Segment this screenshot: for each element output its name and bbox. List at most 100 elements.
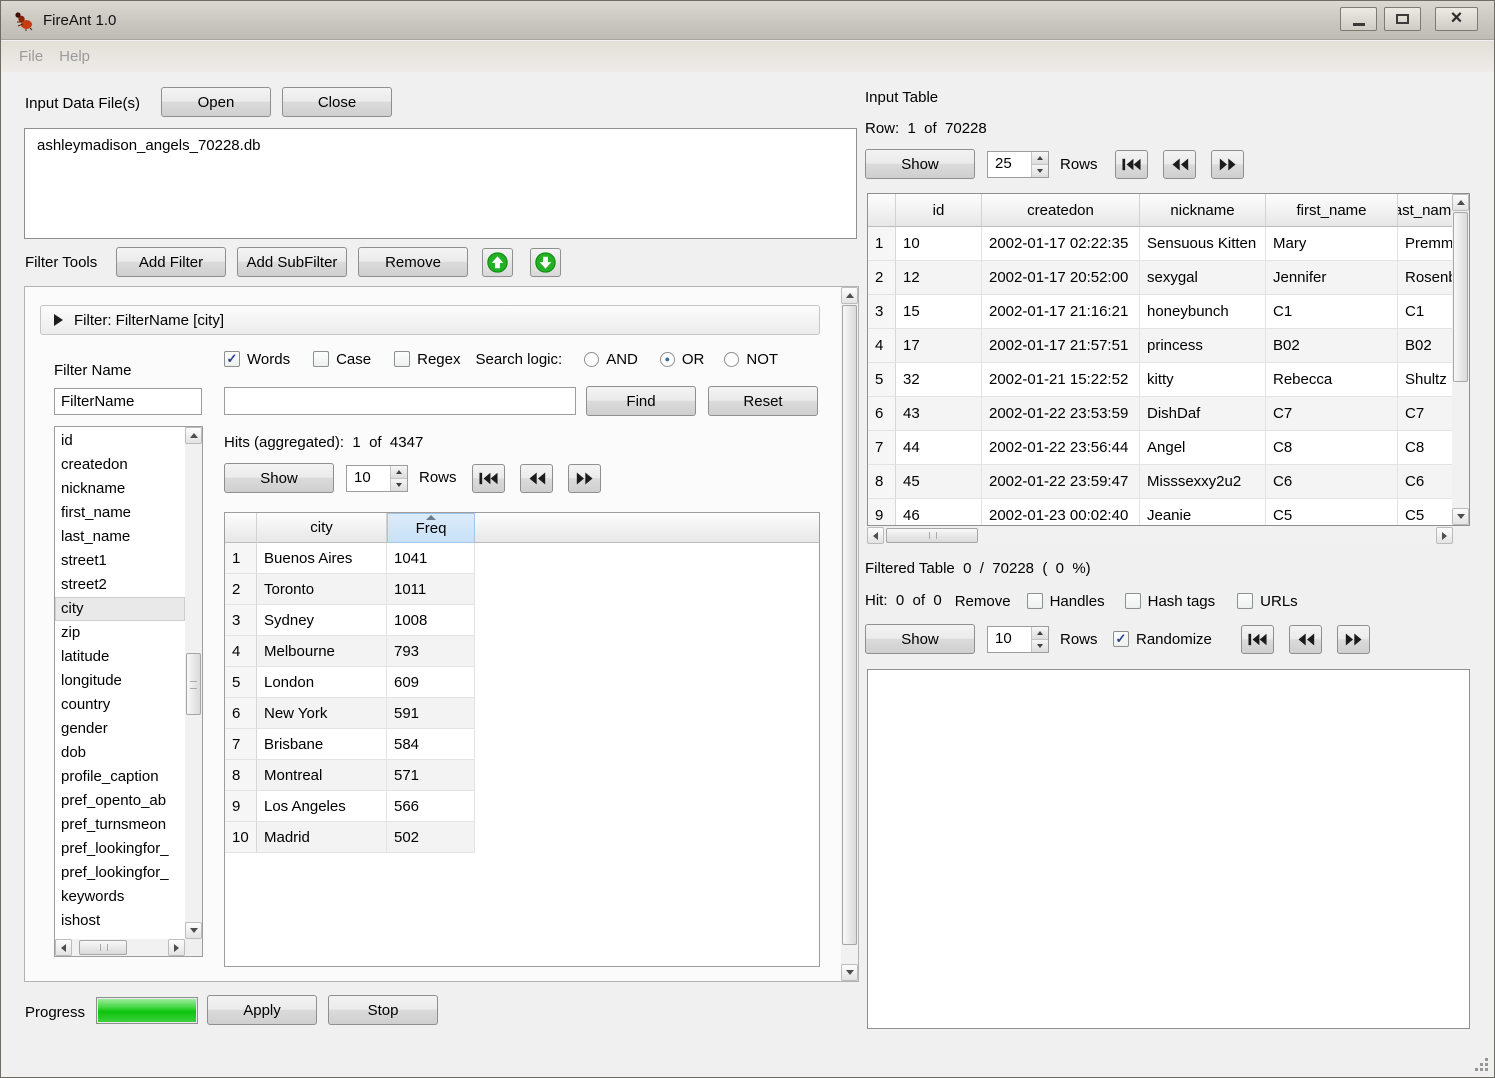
- remove-filter-button[interactable]: Remove: [358, 247, 468, 277]
- prev-page-button[interactable]: [520, 464, 553, 493]
- field-item-country[interactable]: country: [55, 693, 185, 717]
- freq-cell[interactable]: 591: [387, 698, 475, 729]
- cell[interactable]: C1: [1398, 295, 1452, 329]
- next-page-button[interactable]: [1211, 150, 1244, 179]
- move-down-button[interactable]: [530, 248, 561, 277]
- stop-button[interactable]: Stop: [328, 995, 438, 1025]
- cell[interactable]: Angel: [1140, 431, 1266, 465]
- field-item-last_name[interactable]: last_name: [55, 525, 185, 549]
- field-item-longitude[interactable]: longitude: [55, 669, 185, 693]
- scrollbar-thumb[interactable]: [79, 940, 127, 955]
- freq-table-row[interactable]: 10Madrid502: [225, 822, 819, 853]
- freq-table-row[interactable]: 1Buenos Aires1041: [225, 543, 819, 574]
- first-page-button[interactable]: [1115, 150, 1148, 179]
- cell[interactable]: 3: [868, 295, 896, 329]
- close-file-button[interactable]: Close: [282, 87, 392, 117]
- menu-file[interactable]: File: [19, 48, 43, 65]
- field-list-hscrollbar[interactable]: [55, 939, 185, 956]
- input-table-row[interactable]: 9462002-01-23 00:02:40JeanieC5C5: [868, 499, 1452, 525]
- input-table-hscrollbar[interactable]: [867, 527, 1453, 544]
- row-number-cell[interactable]: 9: [225, 791, 257, 822]
- city-cell[interactable]: Los Angeles: [257, 791, 387, 822]
- cell[interactable]: Rosenbe: [1398, 261, 1452, 295]
- open-button[interactable]: Open: [161, 87, 271, 117]
- titlebar[interactable]: FireAnt 1.0 ×: [1, 1, 1494, 40]
- show-input-button[interactable]: Show: [865, 149, 975, 179]
- field-item-nickname[interactable]: nickname: [55, 477, 185, 501]
- freq-table-row[interactable]: 5London609: [225, 667, 819, 698]
- cell[interactable]: 45: [896, 465, 982, 499]
- add-subfilter-button[interactable]: Add SubFilter: [237, 247, 347, 277]
- city-cell[interactable]: Melbourne: [257, 636, 387, 667]
- createdon-column-header[interactable]: createdon: [982, 194, 1140, 227]
- field-item-id[interactable]: id: [55, 429, 185, 453]
- cell[interactable]: 12: [896, 261, 982, 295]
- field-item-pref_turnsmeon[interactable]: pref_turnsmeon: [55, 813, 185, 837]
- city-column-header[interactable]: city: [257, 513, 387, 543]
- input-rows-spinner[interactable]: 25: [987, 151, 1049, 178]
- scroll-up-button[interactable]: [185, 427, 202, 444]
- scroll-down-button[interactable]: [1452, 508, 1469, 525]
- field-item-ishost[interactable]: ishost: [55, 909, 185, 933]
- urls-checkbox[interactable]: [1237, 593, 1253, 609]
- freq-cell[interactable]: 609: [387, 667, 475, 698]
- input-table-row[interactable]: 6432002-01-22 23:53:59DishDafC7C7: [868, 397, 1452, 431]
- cell[interactable]: Jennifer: [1266, 261, 1398, 295]
- row-number-cell[interactable]: 7: [225, 729, 257, 760]
- cell[interactable]: 6: [868, 397, 896, 431]
- cell[interactable]: C8: [1398, 431, 1452, 465]
- row-number-cell[interactable]: 10: [225, 822, 257, 853]
- field-item-createdon[interactable]: createdon: [55, 453, 185, 477]
- cell[interactable]: 2002-01-17 21:57:51: [982, 329, 1140, 363]
- scroll-down-button[interactable]: [841, 964, 858, 981]
- cell[interactable]: 2002-01-17 02:22:35: [982, 227, 1140, 261]
- field-item-keywords[interactable]: keywords: [55, 885, 185, 909]
- field-item-latitude[interactable]: latitude: [55, 645, 185, 669]
- freq-cell[interactable]: 571: [387, 760, 475, 791]
- field-item-pref_lookingfor_[interactable]: pref_lookingfor_: [55, 861, 185, 885]
- field-item-city[interactable]: city: [55, 597, 185, 621]
- cell[interactable]: B02: [1398, 329, 1452, 363]
- cell[interactable]: honeybunch: [1140, 295, 1266, 329]
- city-cell[interactable]: London: [257, 667, 387, 698]
- input-table-row[interactable]: 3152002-01-17 21:16:21honeybunchC1C1: [868, 295, 1452, 329]
- cell[interactable]: Shultz: [1398, 363, 1452, 397]
- freq-table-row[interactable]: 8Montreal571: [225, 760, 819, 791]
- freq-table-row[interactable]: 2Toronto1011: [225, 574, 819, 605]
- next-page-button[interactable]: [568, 464, 601, 493]
- cell[interactable]: 9: [868, 499, 896, 525]
- cell[interactable]: C5: [1398, 499, 1452, 525]
- scrollbar-thumb[interactable]: [842, 305, 857, 945]
- regex-checkbox[interactable]: [394, 351, 410, 367]
- input-table-vscrollbar[interactable]: [1452, 194, 1469, 525]
- row-number-cell[interactable]: 8: [225, 760, 257, 791]
- freq-table-row[interactable]: 6New York591: [225, 698, 819, 729]
- spinner-up-button[interactable]: [391, 466, 407, 479]
- cell[interactable]: 2002-01-22 23:56:44: [982, 431, 1140, 465]
- spinner-up-button[interactable]: [1032, 627, 1048, 640]
- cell[interactable]: 44: [896, 431, 982, 465]
- freq-column-header[interactable]: Freq: [387, 513, 475, 543]
- hashtags-checkbox[interactable]: [1125, 593, 1141, 609]
- not-radio[interactable]: [724, 352, 739, 367]
- and-radio[interactable]: [584, 352, 599, 367]
- cell[interactable]: 2002-01-23 00:02:40: [982, 499, 1140, 525]
- filter-name-input[interactable]: [54, 388, 202, 415]
- cell[interactable]: 15: [896, 295, 982, 329]
- city-cell[interactable]: Toronto: [257, 574, 387, 605]
- scroll-right-button[interactable]: [1436, 527, 1453, 544]
- cell[interactable]: 10: [896, 227, 982, 261]
- cell[interactable]: 2: [868, 261, 896, 295]
- cell[interactable]: Jeanie: [1140, 499, 1266, 525]
- cell[interactable]: 2002-01-21 15:22:52: [982, 363, 1140, 397]
- filter-header[interactable]: Filter: FilterName [city]: [40, 305, 820, 335]
- cell[interactable]: C6: [1398, 465, 1452, 499]
- spinner-up-button[interactable]: [1032, 152, 1048, 165]
- minimize-button[interactable]: [1340, 7, 1377, 31]
- row-number-cell[interactable]: 3: [225, 605, 257, 636]
- prev-page-button[interactable]: [1163, 150, 1196, 179]
- field-item-profile_caption[interactable]: profile_caption: [55, 765, 185, 789]
- freq-cell[interactable]: 584: [387, 729, 475, 760]
- input-table-row[interactable]: 1102002-01-17 02:22:35Sensuous KittenMar…: [868, 227, 1452, 261]
- cell[interactable]: 8: [868, 465, 896, 499]
